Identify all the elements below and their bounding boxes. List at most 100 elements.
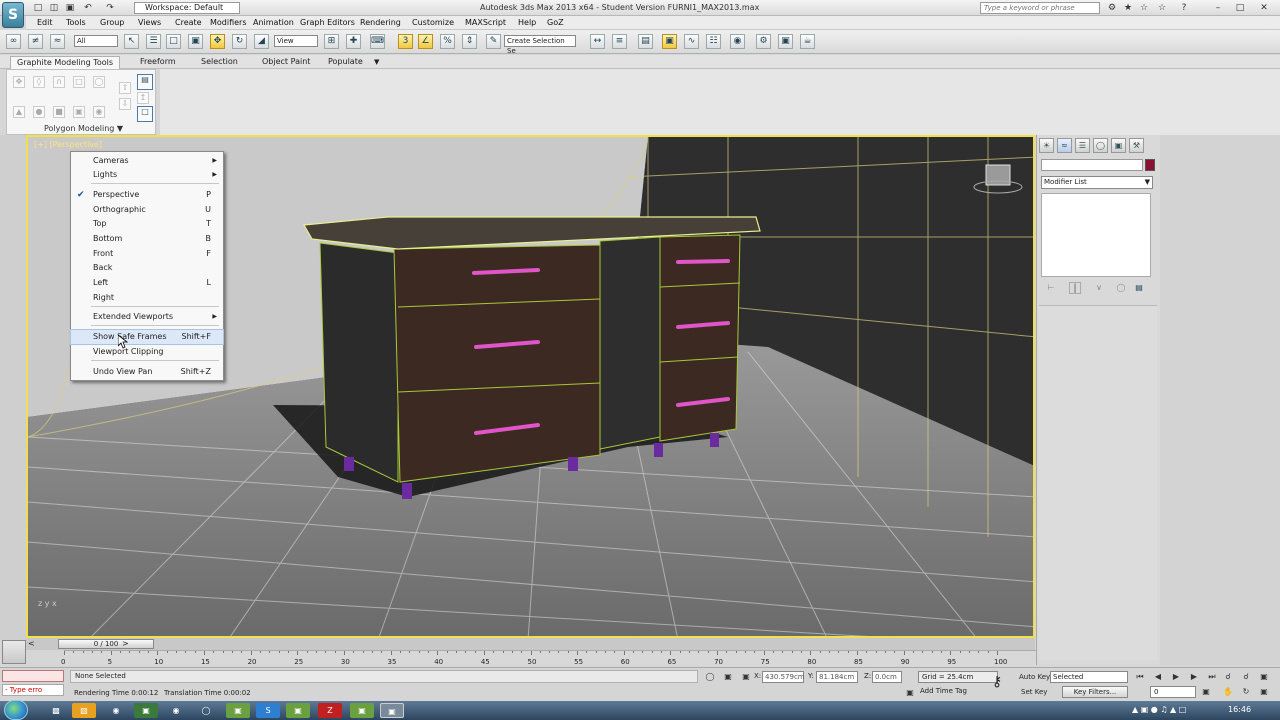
undo-icon[interactable]: ↶: [82, 2, 94, 14]
ribbon-tool-icon[interactable]: ✥: [13, 76, 25, 88]
unlink-icon[interactable]: ≠: [28, 34, 43, 49]
next-frame-icon[interactable]: >: [122, 639, 129, 648]
hierarchy-tab-icon[interactable]: ☰: [1075, 138, 1090, 153]
maxscript-listener-output[interactable]: [2, 670, 64, 682]
system-tray-icons[interactable]: ▲ ▣ ● ♫ ▲ □: [1132, 705, 1186, 714]
angle-snap-icon[interactable]: ∠: [418, 34, 433, 49]
binoculars-icon[interactable]: ⚙: [1106, 2, 1118, 14]
explorer-icon[interactable]: ▩: [44, 703, 68, 718]
help-icon[interactable]: ?: [1178, 2, 1190, 14]
menu-group[interactable]: Group: [100, 17, 124, 29]
object-name-field[interactable]: [1041, 159, 1143, 171]
menu-edit[interactable]: Edit: [37, 17, 53, 29]
percent-snap-icon[interactable]: %: [440, 34, 455, 49]
named-selection-dropdown[interactable]: Create Selection Se: [504, 35, 576, 55]
menu-item-right[interactable]: Right: [71, 291, 223, 305]
menu-help[interactable]: Help: [518, 17, 536, 29]
curve-editor-icon[interactable]: ∿: [684, 34, 699, 49]
modifier-list-dropdown[interactable]: Modifier List ▼: [1041, 176, 1153, 189]
menu-graph-editors[interactable]: Graph Editors: [300, 17, 355, 29]
ribbon-tool-icon[interactable]: ∩: [53, 76, 65, 88]
edit-named-selection-icon[interactable]: ✎: [486, 34, 501, 49]
auto-key-selection-dropdown[interactable]: Selected: [1050, 671, 1128, 683]
schematic-view-icon[interactable]: ☷: [706, 34, 721, 49]
ribbon-tool-icon[interactable]: □: [73, 76, 85, 88]
material-editor-icon[interactable]: ◉: [730, 34, 745, 49]
tab-object-paint[interactable]: Object Paint: [256, 56, 316, 69]
star-icon[interactable]: ☆: [1156, 2, 1168, 14]
menu-item-back[interactable]: Back: [71, 261, 223, 275]
next-key-icon[interactable]: ▶: [1188, 671, 1200, 683]
mirror-icon[interactable]: ↔: [590, 34, 605, 49]
3dsmax-taskbar-icon[interactable]: ▣: [380, 703, 404, 718]
app-icon[interactable]: ▣: [286, 703, 310, 718]
open-file-icon[interactable]: ◫: [48, 2, 60, 14]
set-key-button[interactable]: Set Key: [1021, 688, 1047, 696]
lock-selection-icon[interactable]: ◯: [704, 671, 716, 683]
time-tag-icon[interactable]: ▣: [904, 687, 916, 699]
select-object-icon[interactable]: ↖: [124, 34, 139, 49]
motion-tab-icon[interactable]: ◯: [1093, 138, 1108, 153]
filezilla-icon[interactable]: Z: [318, 703, 342, 718]
zoom-extents-icon[interactable]: ▣: [1258, 671, 1270, 683]
current-frame-field[interactable]: 0: [1150, 686, 1196, 698]
select-by-name-icon[interactable]: ☰: [146, 34, 161, 49]
redo-icon[interactable]: ↷: [104, 2, 116, 14]
relative-absolute-icon[interactable]: ▣: [722, 671, 734, 683]
time-config-icon[interactable]: ▣: [1200, 686, 1212, 698]
add-time-tag[interactable]: Add Time Tag: [920, 687, 967, 695]
menu-views[interactable]: Views: [138, 17, 161, 29]
app-icon[interactable]: ▣: [134, 703, 158, 718]
modify-tab-icon[interactable]: ≈: [1057, 138, 1072, 153]
ribbon-tool-icon[interactable]: ■: [53, 106, 65, 118]
close-icon[interactable]: ✕: [1258, 2, 1270, 14]
select-rotate-icon[interactable]: ↻: [232, 34, 247, 49]
communication-center-icon[interactable]: ★: [1122, 2, 1134, 14]
app-icon[interactable]: ▣: [350, 703, 374, 718]
start-button-icon[interactable]: [4, 700, 28, 720]
menu-item-perspective[interactable]: ✔ Perspective P: [71, 188, 223, 202]
app-icon[interactable]: ▣: [226, 703, 250, 718]
play-icon[interactable]: ▶: [1170, 671, 1182, 683]
keyboard-shortcut-override-icon[interactable]: ⌨: [370, 34, 385, 49]
utilities-tab-icon[interactable]: ⚒: [1129, 138, 1144, 153]
menu-item-lights[interactable]: Lights ▶: [71, 168, 223, 182]
skype-icon[interactable]: S: [256, 703, 280, 718]
remove-modifier-icon[interactable]: ◯: [1115, 282, 1127, 294]
show-end-result-icon[interactable]: ┃: [1069, 282, 1081, 294]
ribbon-tool-icon[interactable]: ▣: [73, 106, 85, 118]
orbit-icon[interactable]: ↻: [1240, 686, 1252, 698]
absolute-mode-icon[interactable]: ▣: [740, 671, 752, 683]
chrome-icon[interactable]: ◉: [164, 703, 188, 718]
graphite-toggle-icon[interactable]: ▣: [662, 34, 677, 49]
maxscript-listener-input[interactable]: - Type erro: [2, 684, 64, 696]
x-coordinate-field[interactable]: 430.579cm: [762, 671, 805, 683]
reference-coordinate-dropdown[interactable]: View: [274, 35, 318, 47]
new-file-icon[interactable]: □: [32, 2, 44, 14]
tab-freeform[interactable]: Freeform: [134, 56, 182, 69]
window-crossing-icon[interactable]: ▣: [188, 34, 203, 49]
tab-graphite-modeling-tools[interactable]: Graphite Modeling Tools: [10, 56, 121, 69]
menu-item-bottom[interactable]: Bottom B: [71, 232, 223, 246]
menu-maxscript[interactable]: MAXScript: [465, 17, 506, 29]
chevron-down-icon[interactable]: ▼: [117, 124, 123, 133]
display-tab-icon[interactable]: ▣: [1111, 138, 1126, 153]
tab-selection[interactable]: Selection: [195, 56, 244, 69]
app-logo-icon[interactable]: S: [2, 2, 24, 28]
render-setup-icon[interactable]: ⚙: [756, 34, 771, 49]
ribbon-tool-icon[interactable]: ◊: [33, 76, 45, 88]
menu-item-left[interactable]: Left L: [71, 276, 223, 290]
menu-item-extended-viewports[interactable]: Extended Viewports ▶: [71, 310, 223, 324]
zoom-icon[interactable]: ☌: [1222, 671, 1234, 683]
ribbon-options-icon[interactable]: ▼: [368, 56, 385, 69]
go-to-start-icon[interactable]: ⏮: [1134, 671, 1146, 683]
ribbon-tool-icon[interactable]: ↥: [137, 92, 149, 104]
render-production-icon[interactable]: ☕: [800, 34, 815, 49]
maximize-viewport-icon[interactable]: ▣: [1258, 686, 1270, 698]
menu-modifiers[interactable]: Modifiers: [210, 17, 247, 29]
ribbon-tool-icon[interactable]: □: [137, 106, 153, 122]
ribbon-tool-icon[interactable]: ⇧: [119, 82, 131, 94]
tab-populate[interactable]: Populate: [322, 56, 369, 69]
create-tab-icon[interactable]: ☀: [1039, 138, 1054, 153]
track-bar[interactable]: 0 5 10 15 20 25 30 35 40 45 50 55 60 65 70 75 80 85 90 95 10…: [61, 650, 1036, 666]
